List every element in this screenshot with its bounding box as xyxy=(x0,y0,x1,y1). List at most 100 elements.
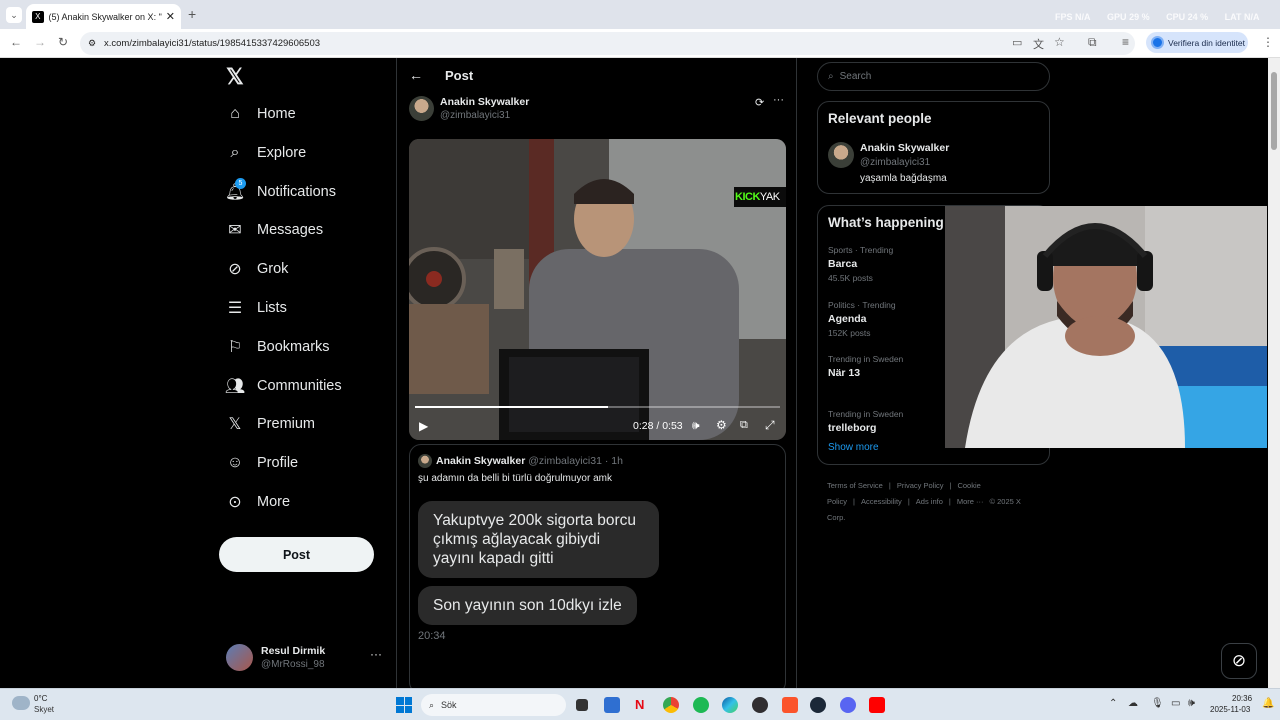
volume-icon[interactable]: 🕪 xyxy=(692,418,700,433)
grok-icon[interactable]: ⟳ xyxy=(755,96,764,109)
post-button[interactable]: Post xyxy=(219,537,374,572)
footer-separator: | xyxy=(948,497,951,506)
gpu-label: GPU xyxy=(1107,12,1127,22)
nav-item-communities[interactable]: 👥︎ Communities xyxy=(225,377,342,395)
weather-icon[interactable] xyxy=(12,696,30,710)
nav-item-profile[interactable]: ☺ Profile xyxy=(226,454,298,472)
video-progress-track[interactable] xyxy=(415,406,780,408)
extensions-icon[interactable]: ⧉ xyxy=(1088,35,1097,50)
clock-date[interactable]: 2025-11-03 xyxy=(1210,705,1250,714)
nav-item-home[interactable]: ⌂ Home xyxy=(226,105,296,123)
video-frame xyxy=(409,139,786,440)
bookmark-star-icon[interactable]: ☆ xyxy=(1054,35,1065,49)
chrome-icon[interactable] xyxy=(663,697,679,713)
url-text: x.com/zimbalayici31/status/1985415337429… xyxy=(104,38,321,49)
pip-icon[interactable]: ⧉ xyxy=(740,419,748,432)
translate-icon[interactable]: 文 xyxy=(1033,36,1044,52)
onedrive-icon[interactable]: ☁ xyxy=(1128,698,1138,709)
nav-item-label: More xyxy=(257,494,291,510)
settings-gear-icon[interactable]: ⚙ xyxy=(716,418,727,432)
show-more-link[interactable]: Show more xyxy=(828,442,879,453)
notification-bell-icon[interactable]: 🔔 xyxy=(1262,698,1274,709)
install-icon[interactable]: ▭ xyxy=(1012,36,1022,49)
tab-title: (5) Anakin Skywalker on X: "htt xyxy=(48,11,162,22)
menu-dots-icon[interactable]: ⋮ xyxy=(1262,35,1274,49)
tab-list-icon[interactable]: ⌄ xyxy=(6,7,22,23)
person-icon: ☺ xyxy=(226,454,244,472)
task-view-icon[interactable] xyxy=(576,699,588,711)
browser-tab[interactable]: X (5) Anakin Skywalker on X: "htt ✕ xyxy=(26,4,181,29)
quoted-handle: @zimbalayici31 xyxy=(528,455,602,467)
cpu-label: CPU xyxy=(1166,12,1186,22)
nav-item-label: Profile xyxy=(257,455,299,472)
media-icon[interactable]: ≡ xyxy=(1122,35,1129,49)
video-player[interactable]: KICKYAK ▶ 0:28 / 0:53 🕪 ⚙ ⧉ ⤢ xyxy=(409,139,786,440)
footer-link[interactable]: Accessibility xyxy=(861,497,902,506)
account-switcher[interactable]: Resul Dirmik @MrRossi_98 ··· xyxy=(226,643,386,673)
search-input[interactable]: ⌕ Search xyxy=(817,62,1050,91)
video-progress-fill xyxy=(415,406,609,408)
new-tab-icon[interactable]: + xyxy=(188,6,196,22)
back-icon[interactable]: ← xyxy=(10,35,22,49)
person-name[interactable]: Anakin Skywalker xyxy=(860,142,949,154)
more-dots-icon[interactable]: ··· xyxy=(773,94,784,106)
stream-overlay-text: KICKYAK xyxy=(735,191,780,203)
forward-icon[interactable]: → xyxy=(34,35,46,49)
edge-icon[interactable] xyxy=(722,697,738,713)
footer-link[interactable]: Privacy Policy xyxy=(897,481,944,490)
scrollbar-thumb[interactable] xyxy=(1271,72,1277,150)
verify-identity-button[interactable]: Verifiera din identitet xyxy=(1146,32,1248,53)
footer-link[interactable]: More ··· xyxy=(957,497,984,506)
x-logo-icon[interactable]: 𝕏 xyxy=(226,64,244,90)
nav-item-grok[interactable]: ⊘ Grok xyxy=(226,260,288,278)
shield-icon xyxy=(1151,36,1164,49)
nav-item-label: Bookmarks xyxy=(257,338,330,355)
youtube-icon[interactable] xyxy=(869,697,885,713)
author-name[interactable]: Anakin Skywalker xyxy=(440,96,529,108)
spotify-icon[interactable] xyxy=(693,697,709,713)
quoted-post[interactable]: Anakin Skywalker @zimbalayici31 · 1h şu … xyxy=(409,444,786,688)
reload-icon[interactable]: ↻ xyxy=(58,35,68,49)
nav-item-bookmarks[interactable]: ⚐ Bookmarks xyxy=(226,338,330,356)
grok-icon: ⊘ xyxy=(228,261,242,279)
nav-item-messages[interactable]: ✉ Messages xyxy=(226,221,323,239)
author-avatar[interactable] xyxy=(409,96,434,121)
nav-item-label: Home xyxy=(257,106,296,122)
page-scrollbar[interactable] xyxy=(1268,58,1280,688)
site-info-icon[interactable]: ⚙ xyxy=(88,38,96,49)
fullscreen-icon[interactable]: ⤢ xyxy=(765,418,775,433)
nav-item-lists[interactable]: ☰ Lists xyxy=(226,299,287,317)
notification-badge: 5 xyxy=(235,177,246,189)
nav-item-explore[interactable]: ⌕ Explore xyxy=(226,144,307,162)
person-avatar[interactable] xyxy=(828,142,854,168)
quoted-header: Anakin Skywalker @zimbalayici31 · 1h xyxy=(436,455,623,467)
start-icon[interactable] xyxy=(396,697,412,713)
store-icon[interactable] xyxy=(604,697,620,713)
back-arrow-icon[interactable]: ← xyxy=(409,67,423,83)
obs-icon[interactable] xyxy=(752,697,768,713)
footer-separator: | xyxy=(907,497,910,506)
nav-item-notifications[interactable]: 🔔︎ 5 Notifications xyxy=(225,177,336,201)
network-icon[interactable]: ▭ xyxy=(1171,698,1180,709)
steam-icon[interactable] xyxy=(810,697,826,713)
tab-close-icon[interactable]: ✕ xyxy=(166,10,175,23)
footer-link[interactable]: Terms of Service xyxy=(827,481,883,490)
more-dots-icon[interactable]: ··· xyxy=(370,647,382,661)
brave-icon[interactable] xyxy=(782,697,798,713)
main-column: ← Post Anakin Skywalker @zimbalayici31 ⟳… xyxy=(396,58,797,688)
play-icon[interactable]: ▶ xyxy=(419,419,428,433)
taskbar-search[interactable]: ⌕ Sök xyxy=(421,694,566,716)
discord-icon[interactable] xyxy=(840,697,856,713)
footer-link[interactable]: Ads info xyxy=(916,497,943,506)
clock-time[interactable]: 20:36 xyxy=(1232,694,1252,703)
nav-item-premium[interactable]: 𝕏 Premium xyxy=(226,415,315,433)
nav-item-label: Premium xyxy=(257,416,316,433)
webcam-overlay xyxy=(945,206,1267,448)
nav-item-more[interactable]: ⊙ More xyxy=(226,493,290,511)
netflix-icon[interactable]: N xyxy=(635,697,651,713)
tray-chevron-icon[interactable]: ⌃ xyxy=(1109,698,1117,709)
volume-icon[interactable]: 🕪 xyxy=(1188,697,1195,710)
microphone-icon[interactable]: 🎙 xyxy=(1151,698,1164,709)
grok-float-button[interactable]: ⊘ xyxy=(1221,643,1257,679)
url-field[interactable]: ⚙ x.com/zimbalayici31/status/19854153374… xyxy=(80,32,1135,55)
